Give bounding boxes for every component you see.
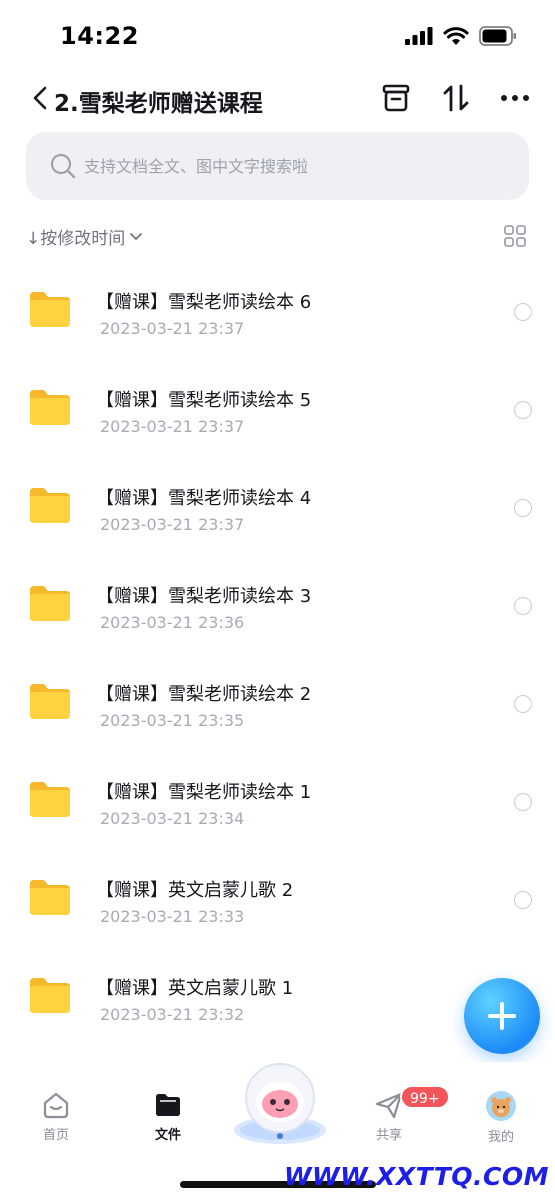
file-name: 【赠课】英文启蒙儿歌 1 bbox=[96, 978, 294, 999]
file-name: 【赠课】雪梨老师读绘本 1 bbox=[96, 782, 312, 803]
tab-home[interactable]: 首页 bbox=[16, 1090, 96, 1143]
tab-me[interactable]: 我的 bbox=[461, 1090, 541, 1145]
folder-icon bbox=[30, 488, 70, 523]
archive-box-icon bbox=[382, 84, 410, 112]
list-item[interactable]: 【赠课】雪梨老师读绘本 2 2023-03-21 23:35 bbox=[0, 644, 555, 742]
tab-home-label: 首页 bbox=[42, 1128, 69, 1143]
select-checkbox[interactable] bbox=[514, 303, 532, 321]
file-list: 【赠课】雪梨老师读绘本 6 2023-03-21 23:37 【赠课】雪梨老师读… bbox=[0, 252, 555, 1036]
watermark: WWW.XXTTQ.COM bbox=[283, 1162, 549, 1191]
folder-icon bbox=[30, 292, 70, 327]
folder-filled-icon bbox=[156, 1094, 180, 1116]
list-item[interactable]: 【赠课】雪梨老师读绘本 1 2023-03-21 23:34 bbox=[0, 742, 555, 840]
folder-icon bbox=[30, 684, 70, 719]
tab-files[interactable]: 文件 bbox=[128, 1090, 208, 1143]
avatar-icon bbox=[486, 1091, 516, 1121]
file-date: 2023-03-21 23:37 bbox=[100, 417, 245, 436]
wifi-icon bbox=[443, 27, 469, 45]
list-item[interactable]: 【赠课】英文启蒙儿歌 2 2023-03-21 23:33 bbox=[0, 840, 555, 938]
back-button[interactable] bbox=[28, 82, 52, 114]
select-checkbox[interactable] bbox=[514, 401, 532, 419]
tab-files-label: 文件 bbox=[154, 1128, 181, 1143]
file-date: 2023-03-21 23:37 bbox=[100, 515, 245, 534]
sort-order-button[interactable] bbox=[438, 80, 474, 116]
sort-label: ↓按修改时间 bbox=[26, 229, 126, 249]
list-item[interactable]: 【赠课】雪梨老师读绘本 5 2023-03-21 23:37 bbox=[0, 350, 555, 448]
status-time: 14:22 bbox=[60, 22, 139, 50]
plus-icon bbox=[488, 1002, 516, 1030]
folder-icon bbox=[30, 390, 70, 425]
list-item[interactable]: 【赠课】雪梨老师读绘本 3 2023-03-21 23:36 bbox=[0, 546, 555, 644]
select-checkbox[interactable] bbox=[514, 891, 532, 909]
select-checkbox[interactable] bbox=[514, 499, 532, 517]
list-item[interactable]: 【赠课】雪梨老师读绘本 6 2023-03-21 23:37 bbox=[0, 252, 555, 350]
more-dots-icon bbox=[501, 95, 529, 101]
tab-me-label: 我的 bbox=[487, 1130, 514, 1145]
search-icon bbox=[50, 153, 76, 179]
file-date: 2023-03-21 23:37 bbox=[100, 319, 245, 338]
file-date: 2023-03-21 23:32 bbox=[100, 1005, 245, 1024]
file-name: 【赠课】雪梨老师读绘本 4 bbox=[96, 488, 312, 509]
select-checkbox[interactable] bbox=[514, 793, 532, 811]
more-button[interactable] bbox=[497, 80, 533, 116]
home-icon bbox=[43, 1092, 69, 1119]
sort-by-modified-button[interactable]: ↓按修改时间 bbox=[26, 224, 143, 249]
file-name: 【赠课】雪梨老师读绘本 3 bbox=[96, 586, 312, 607]
notification-badge: 99+ bbox=[400, 1085, 450, 1109]
search-input[interactable] bbox=[84, 132, 504, 200]
select-checkbox[interactable] bbox=[514, 695, 532, 713]
list-item[interactable]: 【赠课】雪梨老师读绘本 4 2023-03-21 23:37 bbox=[0, 448, 555, 546]
mascot-icon[interactable] bbox=[228, 1058, 332, 1148]
page-title: 2.雪梨老师赠送课程 bbox=[54, 91, 263, 117]
file-name: 【赠课】英文启蒙儿歌 2 bbox=[96, 880, 294, 901]
file-date: 2023-03-21 23:35 bbox=[100, 711, 245, 730]
status-icons bbox=[405, 26, 517, 46]
battery-icon bbox=[479, 26, 516, 46]
nav-bar: 2.雪梨老师赠送课程 bbox=[0, 72, 555, 128]
status-bar: 14:22 bbox=[0, 0, 555, 72]
file-date: 2023-03-21 23:36 bbox=[100, 613, 245, 632]
file-date: 2023-03-21 23:33 bbox=[100, 907, 245, 926]
folder-icon bbox=[30, 782, 70, 817]
grid-view-icon[interactable] bbox=[503, 224, 527, 248]
search-bar[interactable] bbox=[26, 132, 529, 200]
file-name: 【赠课】雪梨老师读绘本 6 bbox=[96, 292, 312, 313]
folder-icon bbox=[30, 978, 70, 1013]
folder-icon bbox=[30, 586, 70, 621]
file-name: 【赠课】雪梨老师读绘本 5 bbox=[96, 390, 312, 411]
archive-button[interactable] bbox=[378, 80, 414, 116]
folder-icon bbox=[30, 880, 70, 915]
sort-bar: ↓按修改时间 bbox=[0, 216, 555, 256]
chevron-left-icon bbox=[33, 86, 47, 110]
file-name: 【赠课】雪梨老师读绘本 2 bbox=[96, 684, 312, 705]
select-checkbox[interactable] bbox=[514, 597, 532, 615]
cellular-signal-icon bbox=[405, 27, 433, 45]
add-button[interactable] bbox=[464, 978, 540, 1054]
sort-arrows-icon bbox=[443, 84, 469, 112]
file-date: 2023-03-21 23:34 bbox=[100, 809, 245, 828]
chevron-down-icon bbox=[130, 232, 143, 240]
tab-share-label: 共享 bbox=[375, 1128, 402, 1143]
